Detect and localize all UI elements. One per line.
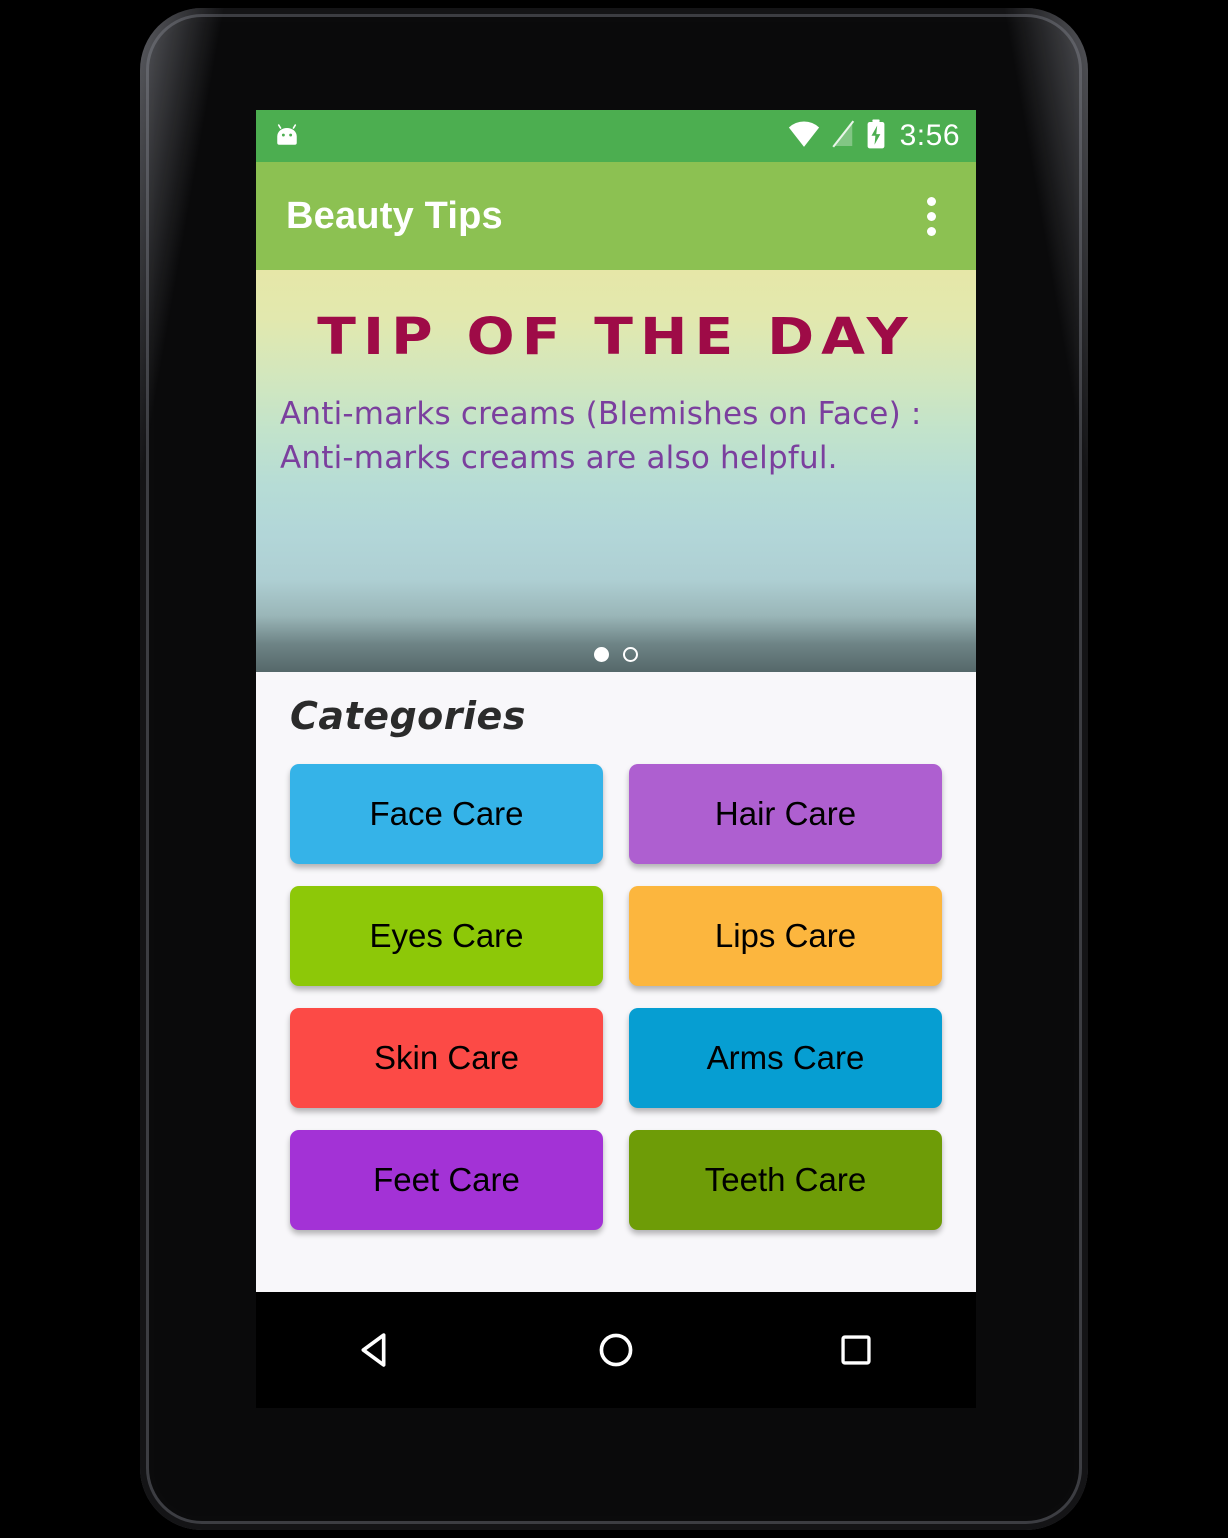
recents-icon[interactable] [811,1305,901,1395]
wifi-icon [787,120,821,153]
category-label: Feet Care [373,1161,520,1198]
category-button-feet-care[interactable]: Feet Care [290,1130,603,1230]
category-label: Lips Care [714,917,857,954]
category-label: Skin Care [374,1039,519,1076]
category-grid: Face Care Hair Care Eyes Care Lips Care … [290,764,942,1230]
overflow-dot [926,226,936,236]
overflow-dot [926,196,936,206]
overflow-menu-icon[interactable] [908,186,954,246]
page-dot-inactive[interactable] [623,647,638,662]
page-dot-active[interactable] [594,647,609,662]
category-button-eyes-care[interactable]: Eyes Care [290,886,603,986]
category-label: Face Care [369,795,524,832]
tip-of-the-day-banner[interactable]: Tip of the Day Anti-marks creams (Blemis… [256,270,976,672]
category-label: Eyes Care [369,917,524,954]
status-bar: 3:56 [256,110,976,162]
category-button-teeth-care[interactable]: Teeth Care [629,1130,942,1230]
tip-heading: Tip of the Day [317,307,915,367]
overflow-dot [926,211,936,221]
battery-charging-icon [865,118,887,154]
android-head-icon [272,121,302,151]
no-sim-signal-icon [830,119,856,153]
category-button-skin-care[interactable]: Skin Care [290,1008,603,1108]
category-button-hair-care[interactable]: Hair Care [629,764,942,864]
status-bar-time: 3:56 [899,119,960,152]
categories-section: Categories Face Care Hair Care Eyes Care… [256,672,976,1230]
category-label: Teeth Care [704,1161,867,1198]
category-label: Arms Care [706,1039,865,1076]
android-navigation-bar [256,1292,976,1408]
phone-screen: 3:56 Beauty Tips Tip of the Day Anti-mar… [256,110,976,1292]
app-bar: Beauty Tips [256,162,976,270]
back-icon[interactable] [331,1305,421,1395]
categories-heading: Categories [290,694,526,738]
home-icon[interactable] [571,1305,661,1395]
tip-body-text: Anti-marks creams (Blemishes on Face) : … [280,396,922,477]
category-button-face-care[interactable]: Face Care [290,764,603,864]
category-label: Hair Care [714,795,857,832]
category-button-arms-care[interactable]: Arms Care [629,1008,942,1108]
status-bar-icons: 3:56 [787,118,960,154]
page-title: Beauty Tips [286,194,503,237]
category-button-lips-care[interactable]: Lips Care [629,886,942,986]
carousel-page-indicator [256,647,976,662]
